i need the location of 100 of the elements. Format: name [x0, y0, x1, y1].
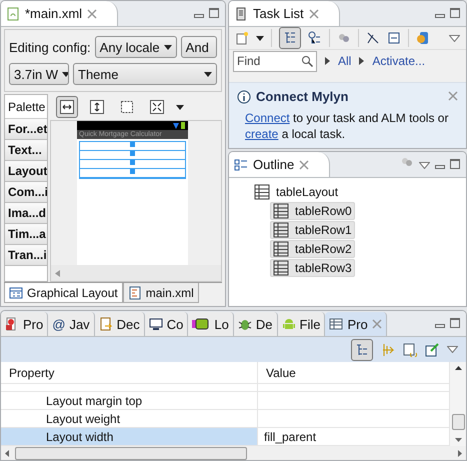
restore-defaults-icon[interactable] — [403, 342, 417, 356]
sync-icon[interactable] — [416, 31, 430, 45]
theme-dropdown[interactable]: Theme — [73, 63, 217, 85]
android-icon — [282, 317, 296, 331]
palette-category[interactable]: Com...i — [5, 182, 47, 203]
view-tab[interactable]: Pro — [1, 312, 48, 336]
dashed-square-icon — [120, 100, 134, 114]
tree-item[interactable]: tableRow0 — [270, 202, 355, 220]
palette-category[interactable]: Layout — [5, 161, 47, 182]
view-tab[interactable]: De — [234, 312, 278, 336]
tree-item[interactable]: tableRow2 — [270, 240, 355, 258]
close-icon[interactable] — [299, 160, 310, 170]
device-dropdown[interactable]: 3.7in W — [9, 63, 69, 85]
banner-text: Connect to your task and ALM tools or create a local task. — [245, 110, 450, 142]
close-icon[interactable] — [87, 8, 98, 18]
scheduled-list-icon[interactable] — [308, 31, 322, 45]
view-tab[interactable]: File — [278, 312, 326, 336]
task-list-tab[interactable]: Task List — [229, 1, 340, 26]
new-task-icon[interactable] — [235, 31, 249, 45]
banner-link[interactable]: Connect — [245, 111, 290, 125]
monitor-icon — [148, 317, 163, 331]
banner-link[interactable]: create — [245, 127, 278, 141]
view-menu-icon[interactable] — [449, 35, 460, 42]
android-file-icon — [6, 6, 20, 20]
caret-icon — [176, 104, 184, 110]
view-menu-icon[interactable] — [447, 346, 458, 353]
find-field[interactable]: Find — [233, 50, 317, 72]
view-menu-icon[interactable] — [419, 162, 430, 169]
table-layout-icon — [273, 260, 289, 276]
view-tab[interactable]: Dec — [94, 312, 145, 336]
info-icon — [237, 90, 251, 104]
left-arrow-icon — [5, 450, 9, 456]
editor-subtab[interactable]: Graphical Layout — [4, 283, 123, 303]
caret-icon — [164, 44, 172, 50]
minimize-icon[interactable] — [435, 165, 445, 169]
horizontal-scrollbar[interactable] — [51, 265, 221, 281]
up-arrow-icon — [454, 366, 462, 370]
tree-list-icon — [283, 31, 297, 45]
document-icon — [234, 6, 248, 20]
palette-category[interactable]: For...et — [5, 119, 47, 140]
table-layout-icon — [273, 241, 289, 257]
caret-icon — [204, 72, 212, 76]
maximize-icon[interactable] — [450, 318, 460, 328]
minimize-icon[interactable] — [435, 14, 445, 18]
maximize-icon[interactable] — [209, 8, 219, 18]
table-layout-icon — [273, 222, 289, 238]
tree-item[interactable]: tableRow3 — [270, 259, 355, 277]
view-tab[interactable]: Lo — [188, 312, 234, 336]
edit-icon[interactable] — [425, 342, 439, 356]
minimize-icon[interactable] — [435, 324, 445, 328]
tree-item[interactable]: tableLayout — [251, 183, 342, 201]
filter-link[interactable]: All — [338, 54, 352, 68]
spheres-icon[interactable] — [337, 31, 351, 45]
close-icon[interactable] — [308, 8, 319, 18]
config-label: Editing config: — [9, 40, 91, 54]
scroll-thumb[interactable] — [452, 414, 464, 430]
view-tab[interactable]: Co — [144, 312, 188, 336]
left-arrow-icon — [55, 270, 60, 276]
locale-dropdown[interactable]: Any locale — [94, 36, 177, 58]
palette-category[interactable]: Ima...d — [5, 203, 47, 224]
maximize-icon[interactable] — [450, 8, 460, 18]
outline-tab[interactable]: Outline — [229, 152, 330, 177]
down-arrow-icon — [454, 438, 462, 442]
vertical-arrows-icon — [90, 100, 104, 114]
view-tab[interactable]: @ Jav — [48, 312, 95, 336]
expand-arrow-icon — [325, 57, 330, 65]
scroll-thumb[interactable] — [15, 446, 247, 460]
target-dropdown[interactable]: And — [180, 36, 217, 58]
table-layout-icon — [273, 203, 289, 219]
outline-icon — [234, 158, 248, 172]
right-arrow-icon — [458, 450, 462, 457]
tree-item[interactable]: tableRow1 — [270, 221, 355, 239]
palette-category[interactable]: Tim...a — [5, 224, 47, 245]
at-sign-icon: @ — [52, 316, 66, 332]
crossed-lines-icon[interactable] — [366, 31, 380, 45]
expand-arrow-icon — [359, 57, 364, 65]
battery-icon — [181, 122, 185, 129]
palette-category[interactable]: Text... — [5, 140, 47, 161]
banner-title: Connect Mylyn — [256, 89, 348, 104]
layout-icon — [9, 286, 23, 300]
caret-icon — [256, 36, 264, 40]
property-name: Layout width — [1, 428, 258, 445]
editor-tab[interactable]: *main.xml — [1, 1, 118, 26]
close-icon[interactable] — [448, 91, 458, 101]
declaration-icon — [98, 317, 113, 331]
search-icon — [301, 54, 313, 66]
horizontal-arrows-icon — [60, 100, 74, 114]
view-tab[interactable]: Pro — [325, 312, 387, 336]
collapse-all-icon[interactable] — [387, 31, 401, 45]
editor-subtab[interactable]: main.xml — [122, 283, 199, 303]
categorized-button[interactable] — [279, 27, 301, 49]
filter-link[interactable]: Activate... — [372, 54, 426, 68]
fit-width-button[interactable] — [56, 96, 78, 118]
xml-file-icon — [128, 286, 142, 300]
minimize-icon[interactable] — [194, 14, 204, 18]
maximize-icon[interactable] — [450, 159, 460, 169]
logcat-icon — [192, 317, 210, 331]
categories-button[interactable] — [351, 338, 373, 360]
palette-category[interactable]: Tran...i — [5, 245, 47, 266]
vertical-scrollbar[interactable] — [450, 362, 466, 446]
